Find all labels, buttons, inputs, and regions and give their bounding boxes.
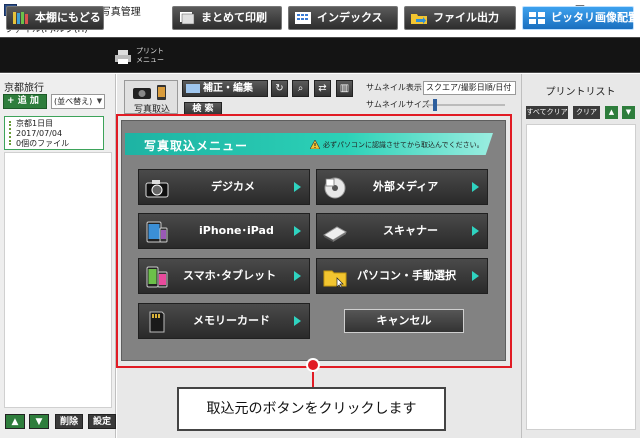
batch-print-button[interactable]: まとめて印刷 — [172, 6, 282, 30]
external-media-label: 外部メディア — [373, 180, 439, 193]
digicam-label: デジカメ — [211, 180, 255, 193]
clear-all-button[interactable]: すべてクリア — [526, 106, 568, 119]
file-output-button[interactable]: ファイル出力 — [404, 6, 516, 30]
print-menu-label: プリント メニュー — [136, 47, 164, 64]
rotate-icon[interactable]: ↻ — [271, 80, 288, 97]
smartphone-icon — [146, 266, 168, 288]
thumbnail-size-slider[interactable] — [425, 104, 505, 106]
thumbnail-display-select[interactable]: スクエア/撮影日順/日付 — [423, 81, 516, 95]
arrow-right-icon — [294, 182, 301, 192]
print-list — [526, 124, 636, 430]
bookshelf-icon — [13, 12, 28, 24]
add-button[interactable]: + 追 加 — [3, 94, 47, 109]
delete-button[interactable]: 削除 — [55, 414, 83, 429]
move-down-button[interactable]: ▼ — [29, 414, 49, 429]
import-digicam-button[interactable]: デジカメ — [138, 169, 310, 205]
file-output-icon — [411, 14, 427, 24]
arrow-right-icon — [472, 182, 479, 192]
binding-dots — [9, 121, 15, 145]
edit-icon — [186, 84, 200, 93]
file-output-label: ファイル出力 — [433, 11, 499, 24]
arrow-right-icon — [294, 271, 301, 281]
import-smartphone-tablet-button[interactable]: スマホ･タブレット — [138, 258, 310, 294]
printer-icon — [115, 50, 131, 64]
dialog-warning: 必ずパソコンに認識させてから取込んでください。 — [323, 141, 484, 149]
smartphone-tablet-label: スマホ･タブレット — [183, 269, 277, 282]
index-label: インデックス — [317, 11, 383, 24]
batch-print-label: まとめて印刷 — [201, 11, 267, 24]
plus-icon: + — [7, 96, 18, 106]
import-memory-card-button[interactable]: メモリーカード — [138, 303, 310, 339]
folder-icon — [323, 270, 347, 288]
callout-marker — [306, 358, 320, 372]
album-list — [4, 152, 112, 408]
zoom-icon[interactable]: ⌕ — [292, 80, 309, 97]
thumbnail-size-handle[interactable] — [433, 99, 437, 111]
index-button[interactable]: インデックス — [288, 6, 398, 30]
tablet-icon — [146, 221, 168, 243]
warning-icon — [310, 140, 320, 149]
scanner-label: スキャナー — [383, 224, 438, 237]
batch-print-icon — [180, 12, 195, 25]
add-label: 追 加 — [17, 96, 39, 106]
dialog-title: 写真取込メニュー — [144, 139, 249, 153]
camera-phone-icon — [133, 85, 166, 100]
disc-icon — [324, 177, 346, 199]
bookshelf-button[interactable]: 本棚にもどる — [6, 6, 104, 30]
album-card-name: 京都1日目 — [16, 119, 54, 128]
import-scanner-button[interactable]: スキャナー — [316, 213, 488, 249]
fit-layout-button[interactable]: ピッタリ画像配置 — [522, 6, 639, 30]
edit-button[interactable]: 補正・編集 — [182, 80, 268, 97]
trash-icon[interactable]: ▥ — [336, 80, 353, 97]
clear-button[interactable]: クリア — [573, 106, 600, 119]
print-menu-button[interactable]: プリント メニュー — [112, 45, 172, 69]
bookshelf-label: 本棚にもどる — [35, 11, 101, 24]
chevron-down-icon: ▼ — [96, 97, 103, 105]
move-up-button[interactable]: ▲ — [5, 414, 25, 429]
print-list-up-button[interactable]: ▲ — [605, 106, 618, 119]
scanner-icon — [323, 226, 347, 242]
index-icon — [295, 12, 311, 24]
arrow-right-icon — [472, 226, 479, 236]
main-toolbar — [0, 37, 640, 73]
album-title: 京都旅行 — [4, 83, 44, 94]
sdcard-icon — [149, 311, 165, 333]
fit-layout-label: ピッタリ画像配置 — [551, 11, 639, 24]
thumbnail-size-label: サムネイルサイズ — [366, 100, 430, 109]
import-iphone-ipad-button[interactable]: iPhone･iPad — [138, 213, 310, 249]
print-list-down-button[interactable]: ▼ — [622, 106, 635, 119]
thumbnail-display-label: サムネイル表示 — [366, 83, 422, 92]
album-card-date: 2017/07/04 — [16, 129, 63, 138]
arrow-right-icon — [472, 271, 479, 281]
import-external-media-button[interactable]: 外部メディア — [316, 169, 488, 205]
album-card[interactable]: 京都1日目 2017/07/04 0個のファイル — [4, 116, 104, 150]
iphone-ipad-label: iPhone･iPad — [199, 224, 274, 237]
arrow-right-icon — [294, 316, 301, 326]
camera-icon — [145, 180, 169, 198]
swap-icon[interactable]: ⇄ — [314, 80, 331, 97]
edit-label: 補正・編集 — [203, 83, 253, 94]
settings-button[interactable]: 設定 — [88, 414, 116, 429]
instruction-callout: 取込元のボタンをクリックします — [177, 387, 446, 431]
cancel-button[interactable]: キャンセル — [344, 309, 464, 333]
memory-card-label: メモリーカード — [193, 314, 270, 327]
print-list-title: プリントリスト — [545, 87, 616, 98]
album-card-count: 0個のファイル — [16, 139, 70, 148]
pc-manual-label: パソコン・手動選択 — [357, 269, 456, 282]
arrow-right-icon — [294, 226, 301, 236]
photo-import-button[interactable]: 写真取込 — [124, 80, 178, 115]
import-pc-manual-button[interactable]: パソコン・手動選択 — [316, 258, 488, 294]
fit-layout-icon — [529, 12, 545, 24]
